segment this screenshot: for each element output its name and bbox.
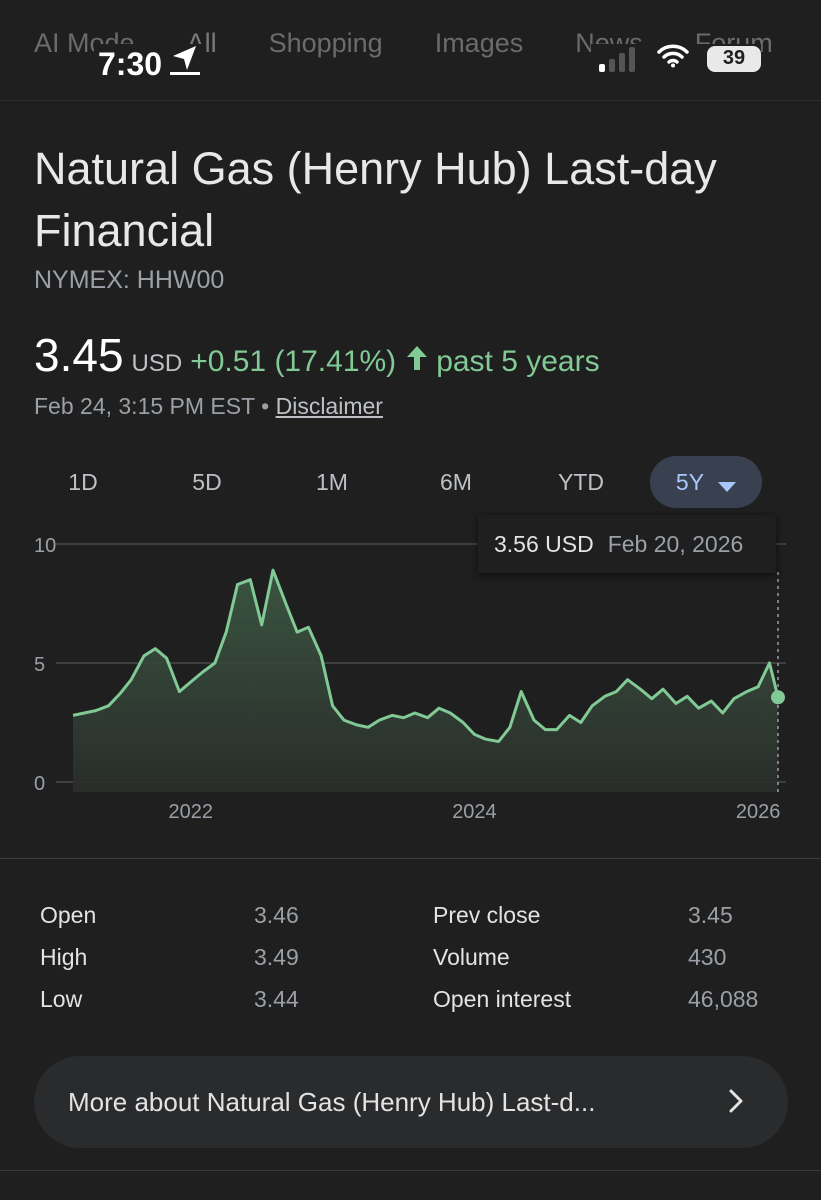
y-tick-label: 5: [34, 654, 45, 676]
stat-label-high: High: [40, 944, 88, 970]
arrow-up-icon: [406, 345, 428, 376]
stat-label-low: Low: [40, 986, 83, 1012]
y-tick-label: 10: [34, 535, 56, 557]
stat-value-high: 3.49: [254, 944, 299, 970]
x-tick-label: 2024: [452, 801, 497, 823]
chevron-right-icon: [728, 1088, 744, 1119]
search-tab-shopping[interactable]: Shopping: [269, 28, 383, 59]
chart-tooltip: 3.56 USD Feb 20, 2026: [478, 515, 776, 573]
y-tick-label: 0: [34, 773, 45, 795]
status-time-text: 7:30: [98, 45, 163, 82]
status-right: 39: [591, 44, 761, 73]
stat-label-volume: Volume: [433, 944, 510, 970]
range-tab-1d[interactable]: 1D: [48, 456, 118, 508]
ticker-symbol: NYMEX: HHW00: [34, 266, 225, 294]
stat-value-open: 3.46: [254, 902, 299, 928]
top-bar: AI Mode All Shopping Images News Forum 7…: [0, 0, 821, 101]
cell-signal-icon: [599, 46, 639, 72]
tooltip-date: Feb 20, 2026: [607, 530, 744, 557]
separator-dot: •: [261, 393, 270, 419]
section-divider: [0, 858, 821, 859]
stat-row: Open 3.46 Prev close 3.45: [40, 898, 780, 940]
price-change: +0.51 (17.41%): [190, 345, 397, 378]
more-about-button[interactable]: More about Natural Gas (Henry Hub) Last-…: [34, 1056, 788, 1148]
stat-value-prev-close: 3.45: [688, 902, 733, 928]
stat-row: High 3.49 Volume 430: [40, 940, 780, 982]
range-tabs: 1D 5D 1M 6M YTD 5Y: [34, 456, 774, 508]
stat-label-open: Open: [40, 902, 97, 928]
range-tab-5y-label: 5Y: [675, 469, 705, 495]
page-title: Natural Gas (Henry Hub) Last-day Financi…: [34, 143, 717, 256]
disclaimer-link[interactable]: Disclaimer: [276, 393, 383, 419]
change-period: past 5 years: [436, 345, 600, 378]
quote-timestamp: Feb 24, 3:15 PM EST: [34, 393, 255, 419]
bottom-divider: [0, 1170, 821, 1171]
stat-label-prev-close: Prev close: [433, 902, 541, 928]
chart-area-fill: [73, 570, 778, 792]
battery-icon: 39: [707, 45, 761, 72]
stats-table: Open 3.46 Prev close 3.45 High 3.49 Volu…: [40, 898, 780, 1024]
range-tab-ytd[interactable]: YTD: [546, 456, 616, 508]
stat-value-open-interest: 46,088: [688, 986, 759, 1012]
caret-down-icon: [718, 458, 737, 510]
x-tick-label: 2022: [168, 801, 213, 823]
range-tab-6m[interactable]: 6M: [421, 456, 491, 508]
chart-marker-point: [771, 690, 785, 705]
range-tab-5d[interactable]: 5D: [172, 456, 242, 508]
location-arrow-icon: [170, 44, 201, 84]
x-tick-label: 2026: [736, 801, 781, 823]
more-about-label: More about Natural Gas (Henry Hub) Last-…: [68, 1086, 596, 1117]
price-currency: USD: [131, 350, 183, 377]
range-tab-5y[interactable]: 5Y: [650, 456, 762, 508]
range-tab-1m[interactable]: 1M: [297, 456, 367, 508]
wifi-icon: [657, 44, 689, 73]
stat-label-open-interest: Open interest: [433, 986, 572, 1012]
tooltip-value: 3.56 USD: [494, 530, 594, 557]
stat-value-low: 3.44: [254, 986, 299, 1012]
status-time: 7:30: [94, 44, 207, 84]
stat-value-volume: 430: [688, 944, 727, 970]
price-value: 3.45: [34, 329, 124, 381]
search-tab-images[interactable]: Images: [435, 28, 524, 59]
price-line: 3.45 USD +0.51 (17.41%) past 5 years: [34, 328, 600, 382]
timestamp-line: Feb 24, 3:15 PM EST • Disclaimer: [34, 393, 383, 420]
stat-row: Low 3.44 Open interest 46,088: [40, 982, 780, 1024]
